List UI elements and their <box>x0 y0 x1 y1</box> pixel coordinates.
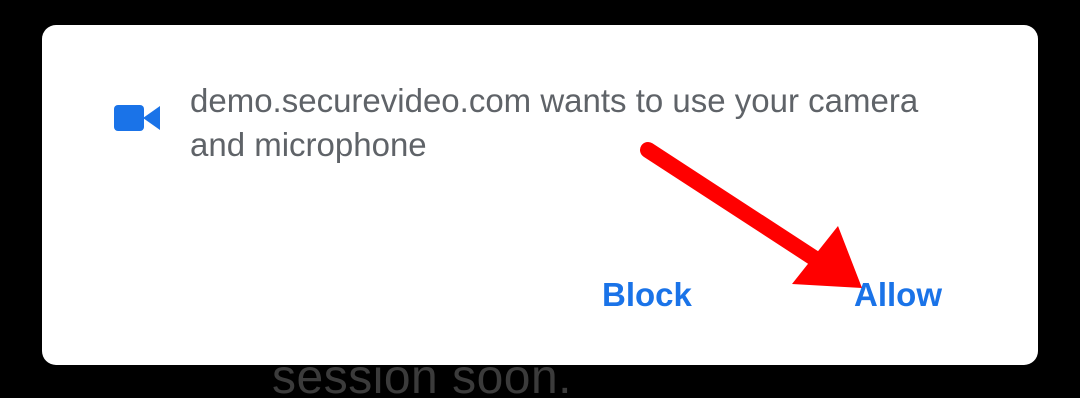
permission-message: demo.securevideo.com wants to use your c… <box>190 82 919 163</box>
permission-dialog: demo.securevideo.com wants to use your c… <box>42 25 1038 365</box>
block-button[interactable]: Block <box>602 273 692 317</box>
video-camera-icon <box>114 103 160 133</box>
screen: session soon. demo.securevideo.com wants… <box>0 0 1080 398</box>
allow-button[interactable]: Allow <box>854 273 942 317</box>
